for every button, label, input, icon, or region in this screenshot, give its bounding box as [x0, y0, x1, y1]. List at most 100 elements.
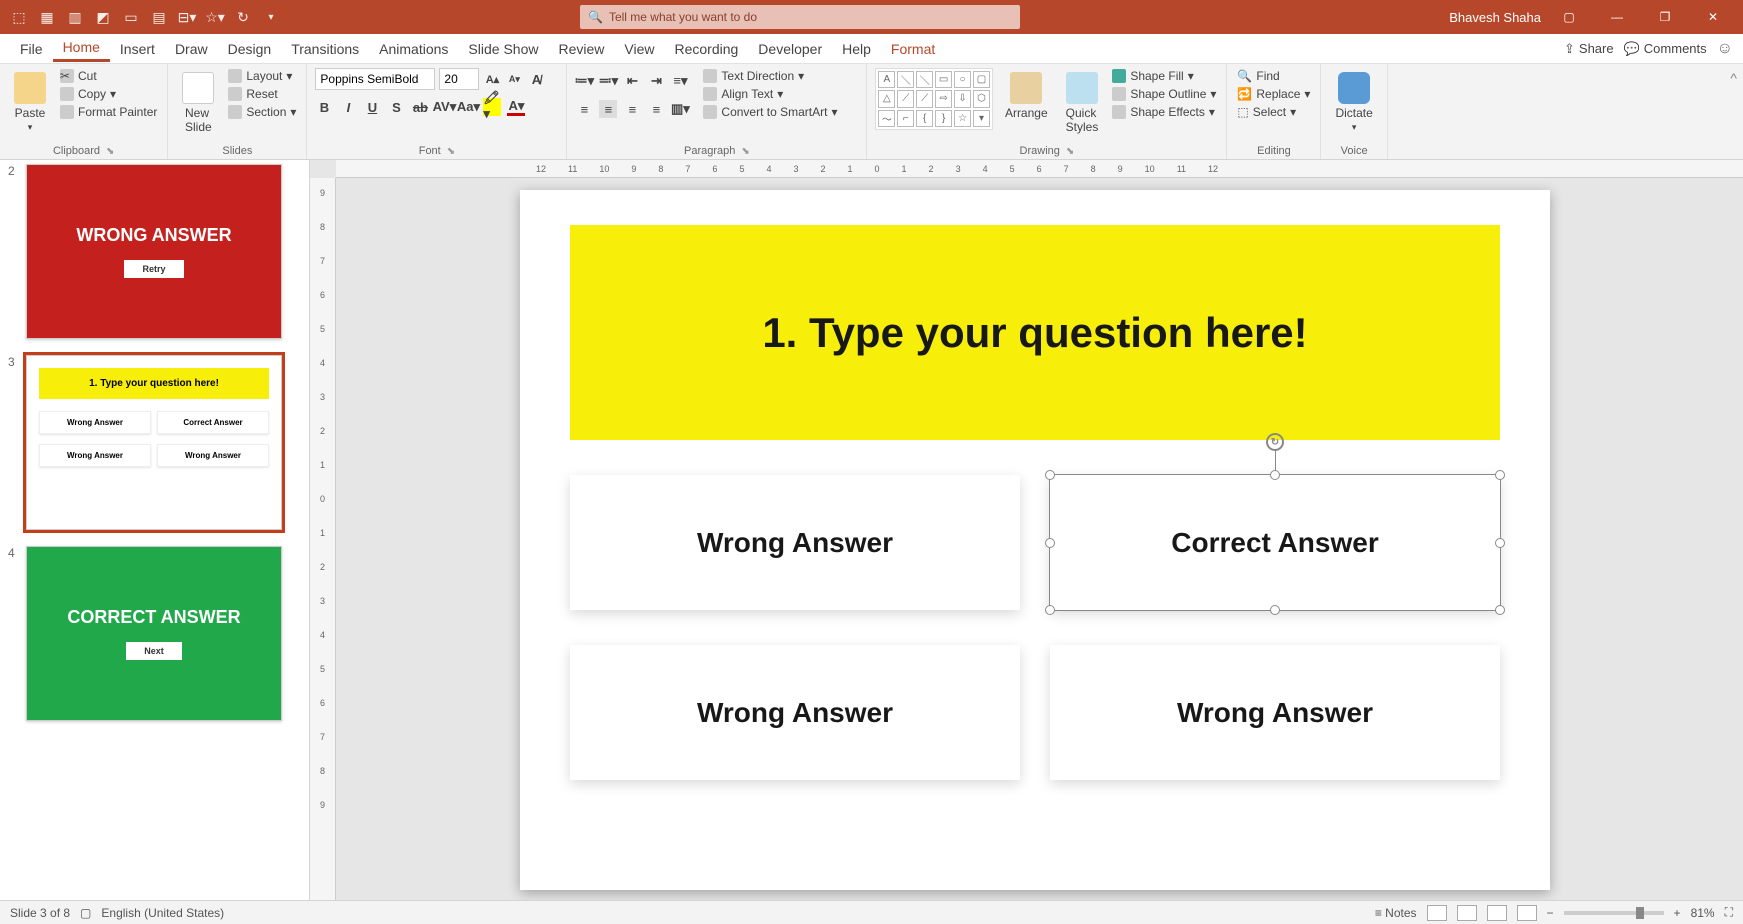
question-shape[interactable]: 1. Type your question here!: [570, 225, 1500, 440]
slide-thumbnail-2[interactable]: WRONG ANSWER Retry: [26, 164, 282, 339]
bold-button[interactable]: B: [315, 98, 333, 116]
fit-to-window-button[interactable]: ⛶: [1725, 905, 1733, 920]
selection-handle-ne[interactable]: [1495, 470, 1505, 480]
qat-icon-6[interactable]: ▤: [150, 8, 168, 26]
share-button[interactable]: ⇪Share: [1564, 41, 1614, 57]
zoom-thumb[interactable]: [1636, 907, 1644, 919]
answer-shape-1[interactable]: Wrong Answer: [570, 475, 1020, 610]
shape-outline-button[interactable]: Shape Outline ▾: [1110, 86, 1218, 102]
tab-animations[interactable]: Animations: [369, 37, 458, 61]
shape-arrow4-icon[interactable]: ⇨: [935, 90, 952, 107]
shape-effects-button[interactable]: Shape Effects ▾: [1110, 104, 1218, 120]
new-slide-button[interactable]: New Slide: [176, 68, 220, 138]
shape-curve-icon[interactable]: ～: [878, 110, 895, 127]
shape-more-icon[interactable]: ▾: [973, 110, 990, 127]
italic-button[interactable]: I: [339, 98, 357, 116]
decrease-indent-button[interactable]: ⇤: [623, 72, 641, 90]
qat-icon-4[interactable]: ◩: [94, 8, 112, 26]
redo-icon[interactable]: ↻: [234, 8, 252, 26]
shape-textbox-icon[interactable]: A: [878, 71, 895, 88]
shape-oval-icon[interactable]: ○: [954, 71, 971, 88]
bullets-button[interactable]: ≔▾: [575, 72, 593, 90]
clear-formatting-icon[interactable]: A̸: [527, 70, 545, 88]
selection-handle-se[interactable]: [1495, 605, 1505, 615]
justify-button[interactable]: ≡: [647, 100, 665, 118]
increase-indent-button[interactable]: ⇥: [647, 72, 665, 90]
shape-arrow3-icon[interactable]: ⟋: [916, 90, 933, 107]
slideshow-view-button[interactable]: [1517, 905, 1537, 921]
slide-thumbnails-panel[interactable]: 2 WRONG ANSWER Retry 3 1. Type your ques…: [0, 160, 310, 900]
tab-transitions[interactable]: Transitions: [281, 37, 369, 61]
section-button[interactable]: Section ▾: [226, 104, 298, 120]
cut-button[interactable]: ✂Cut: [58, 68, 159, 84]
maximize-button[interactable]: ❐: [1645, 0, 1685, 34]
collapse-ribbon-icon[interactable]: ^: [1724, 64, 1743, 159]
tell-me-search[interactable]: 🔍 Tell me what you want to do: [580, 5, 1020, 29]
shape-rect-icon[interactable]: ▭: [935, 71, 952, 88]
numbering-button[interactable]: ≕▾: [599, 72, 617, 90]
slide-canvas-area[interactable]: 1211109876543210123456789101112 98765432…: [310, 160, 1743, 900]
zoom-slider[interactable]: [1564, 911, 1664, 915]
spell-check-icon[interactable]: ▢: [80, 906, 91, 920]
layout-button[interactable]: Layout ▾: [226, 68, 298, 84]
tab-slideshow[interactable]: Slide Show: [458, 37, 548, 61]
drawing-launcher-icon[interactable]: ⬊: [1066, 146, 1074, 157]
close-button[interactable]: ✕: [1693, 0, 1733, 34]
sorter-view-button[interactable]: [1457, 905, 1477, 921]
selection-handle-nw[interactable]: [1045, 470, 1055, 480]
answer-shape-3[interactable]: Wrong Answer: [570, 645, 1020, 780]
shapes-gallery[interactable]: A ＼ ＼ ▭ ○ ▢ △ ⟋ ⟋ ⇨ ⇩ ⬡ ～ ⌐ { } ☆ ▾: [875, 68, 993, 130]
thumb-wrap-2[interactable]: 2 WRONG ANSWER Retry: [8, 164, 291, 339]
selection-handle-n[interactable]: [1270, 470, 1280, 480]
tab-insert[interactable]: Insert: [110, 37, 165, 61]
font-name-input[interactable]: Poppins SemiBold: [315, 68, 435, 90]
font-launcher-icon[interactable]: ⬊: [447, 146, 455, 157]
qat-customize-icon[interactable]: ▾: [262, 8, 280, 26]
tab-file[interactable]: File: [10, 37, 53, 61]
thumb-wrap-4[interactable]: 4 CORRECT ANSWER Next: [8, 546, 291, 721]
tab-view[interactable]: View: [614, 37, 664, 61]
align-center-button[interactable]: ≡: [599, 100, 617, 118]
reset-button[interactable]: Reset: [226, 86, 298, 102]
shape-arrow5-icon[interactable]: ⇩: [954, 90, 971, 107]
tab-developer[interactable]: Developer: [748, 37, 832, 61]
copy-button[interactable]: Copy ▾: [58, 86, 159, 102]
user-name[interactable]: Bhavesh Shaha: [1449, 10, 1541, 25]
tab-help[interactable]: Help: [832, 37, 881, 61]
columns-button[interactable]: ▥▾: [671, 100, 689, 118]
font-size-input[interactable]: 20: [439, 68, 479, 90]
ribbon-display-icon[interactable]: ▢: [1549, 0, 1589, 34]
slide-editor[interactable]: 1. Type your question here! Wrong Answer…: [520, 190, 1550, 890]
selection-handle-e[interactable]: [1495, 538, 1505, 548]
tab-draw[interactable]: Draw: [165, 37, 218, 61]
selection-handle-w[interactable]: [1045, 538, 1055, 548]
qat-icon-3[interactable]: ▥: [66, 8, 84, 26]
shape-line-icon[interactable]: ＼: [897, 71, 914, 88]
thumb-wrap-3[interactable]: 3 1. Type your question here! Wrong Answ…: [8, 355, 291, 530]
zoom-in-button[interactable]: +: [1674, 906, 1681, 920]
underline-button[interactable]: U: [363, 98, 381, 116]
font-color-button[interactable]: A▾: [507, 98, 525, 116]
slide-indicator[interactable]: Slide 3 of 8: [10, 906, 70, 920]
slide-thumbnail-3[interactable]: 1. Type your question here! Wrong Answer…: [26, 355, 282, 530]
align-text-button[interactable]: Align Text ▾: [701, 86, 839, 102]
qat-icon-5[interactable]: ▭: [122, 8, 140, 26]
shape-arrow2-icon[interactable]: ⟋: [897, 90, 914, 107]
question-text[interactable]: 1. Type your question here!: [762, 309, 1307, 357]
text-direction-button[interactable]: Text Direction ▾: [701, 68, 839, 84]
tab-review[interactable]: Review: [548, 37, 614, 61]
line-spacing-button[interactable]: ≡▾: [671, 72, 689, 90]
language-indicator[interactable]: English (United States): [101, 906, 224, 920]
answer-shape-4[interactable]: Wrong Answer: [1050, 645, 1500, 780]
quick-styles-button[interactable]: Quick Styles: [1060, 68, 1105, 138]
qat-icon-2[interactable]: ▦: [38, 8, 56, 26]
shape-brace1-icon[interactable]: {: [916, 110, 933, 127]
shape-fill-button[interactable]: Shape Fill ▾: [1110, 68, 1218, 84]
shape-connector-icon[interactable]: ⌐: [897, 110, 914, 127]
minimize-button[interactable]: —: [1597, 0, 1637, 34]
selection-handle-sw[interactable]: [1045, 605, 1055, 615]
align-left-button[interactable]: ≡: [575, 100, 593, 118]
feedback-icon[interactable]: ☺: [1717, 40, 1733, 58]
shape-brace2-icon[interactable]: }: [935, 110, 952, 127]
paragraph-launcher-icon[interactable]: ⬊: [741, 146, 749, 157]
